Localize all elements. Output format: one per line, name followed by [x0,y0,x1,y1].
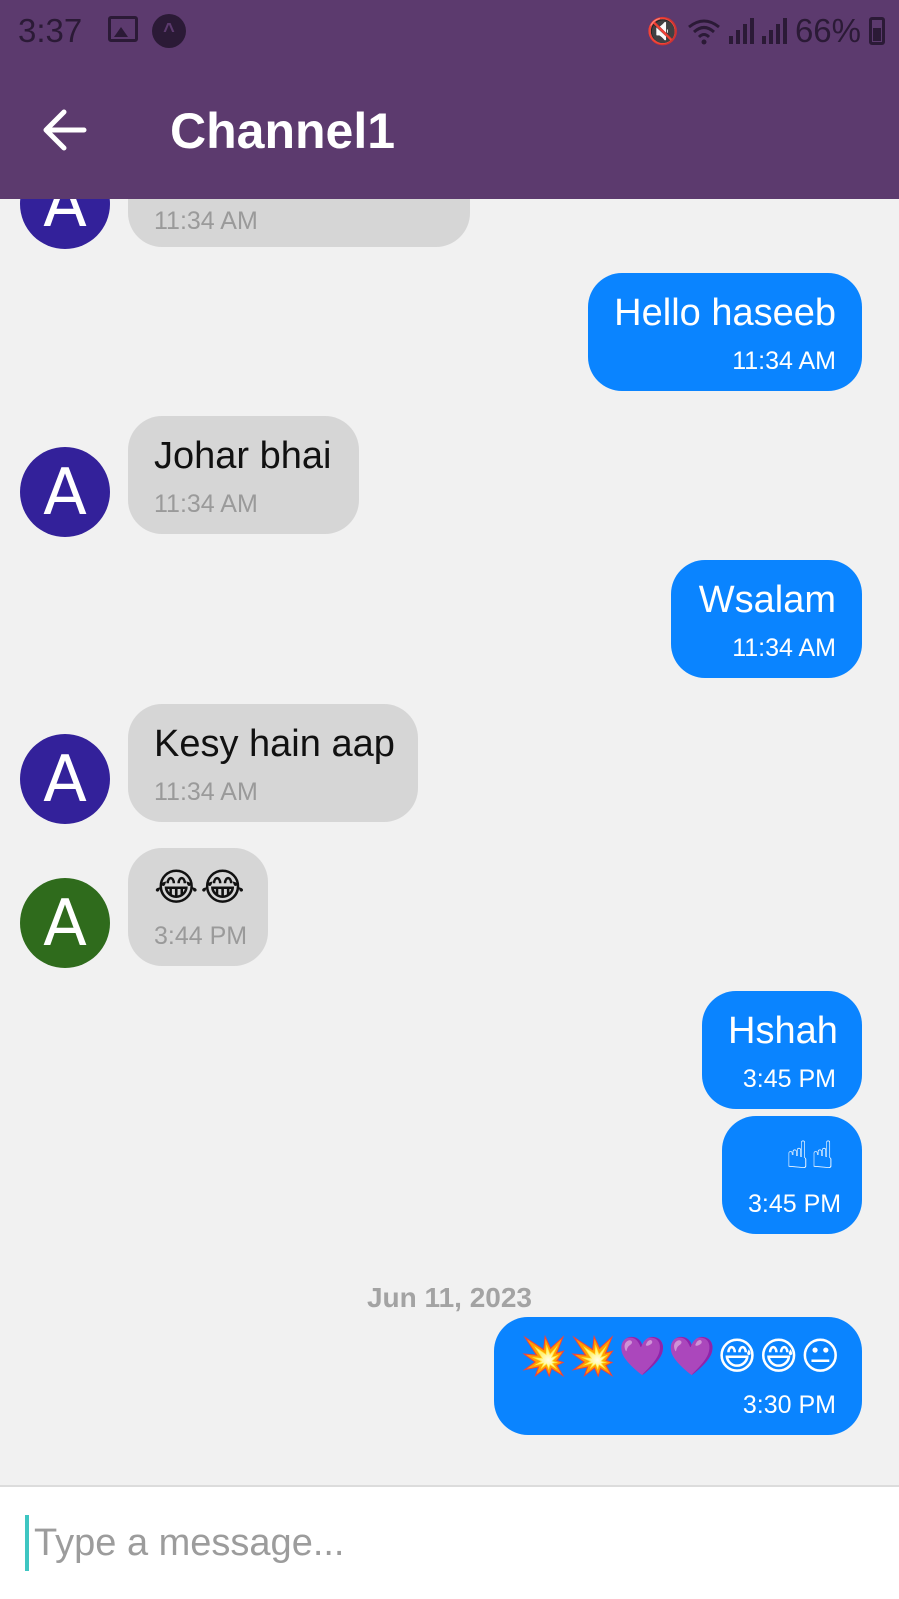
message-bubble[interactable]: Hello haseeb 11:34 AM [588,273,862,391]
message-time: 3:45 PM [748,1190,842,1218]
message-text: Hello haseeb [614,292,836,334]
text-cursor [25,1515,29,1571]
message-text: Kesy hain aap [154,723,395,765]
message-bubble[interactable]: Wsalam 11:34 AM [671,560,862,678]
app-bar: 3:37 ^ 🔇 66% Channel1 [0,0,899,199]
avatar[interactable]: A [20,447,110,537]
message-time: 11:34 AM [154,778,258,806]
avatar[interactable]: A [20,734,110,824]
message-text: 😂😂 [154,867,247,909]
battery-percent: 66% [794,12,861,49]
signal-icon [728,18,754,44]
status-bar: 3:37 ^ 🔇 66% [0,0,899,66]
message-text: ☝☝ [785,1135,836,1177]
message-composer [0,1485,899,1599]
message-bubble[interactable]: 11:34 AM [128,199,470,247]
avatar[interactable]: A [20,878,110,968]
message-time: 3:30 PM [742,1391,836,1419]
app-icon: ^ [152,14,186,48]
battery-icon [869,17,885,45]
message-bubble[interactable]: Hshah 3:45 PM [702,991,862,1109]
message-bubble[interactable]: Johar bhai 11:34 AM [128,416,359,534]
status-icons: 🔇 66% [647,12,885,50]
message-bubble[interactable]: 😂😂 3:44 PM [128,848,268,966]
message-text: Johar bhai [154,435,332,477]
message-time: 11:34 AM [154,207,258,235]
avatar[interactable]: A [20,199,110,249]
message-time: 3:45 PM [742,1065,836,1093]
message-time: 3:44 PM [154,922,248,950]
date-separator: Jun 11, 2023 [366,1282,532,1313]
message-time: 11:34 AM [154,490,258,518]
mute-icon: 🔇 [646,15,679,46]
message-text: Hshah [728,1010,838,1052]
wifi-icon [688,19,720,45]
signal-icon [761,18,787,44]
status-time: 3:37 [18,12,83,49]
message-input[interactable] [32,1507,876,1579]
arrow-left-icon [43,109,87,151]
gallery-icon [108,16,138,42]
message-time: 11:34 AM [732,634,836,662]
back-button[interactable] [36,100,96,160]
message-text: Wsalam [698,579,836,621]
message-list[interactable]: A 11:34 AM Hello haseeb 11:34 AM A Johar… [0,199,899,1485]
message-text: 💥💥💜💜😅😅😐 [520,1336,843,1378]
message-bubble[interactable]: Kesy hain aap 11:34 AM [128,704,418,822]
message-bubble[interactable]: 💥💥💜💜😅😅😐 3:30 PM [494,1317,862,1435]
message-bubble[interactable]: ☝☝ 3:45 PM [722,1116,862,1234]
channel-title: Channel1 [170,103,396,159]
message-time: 11:34 AM [732,347,836,375]
